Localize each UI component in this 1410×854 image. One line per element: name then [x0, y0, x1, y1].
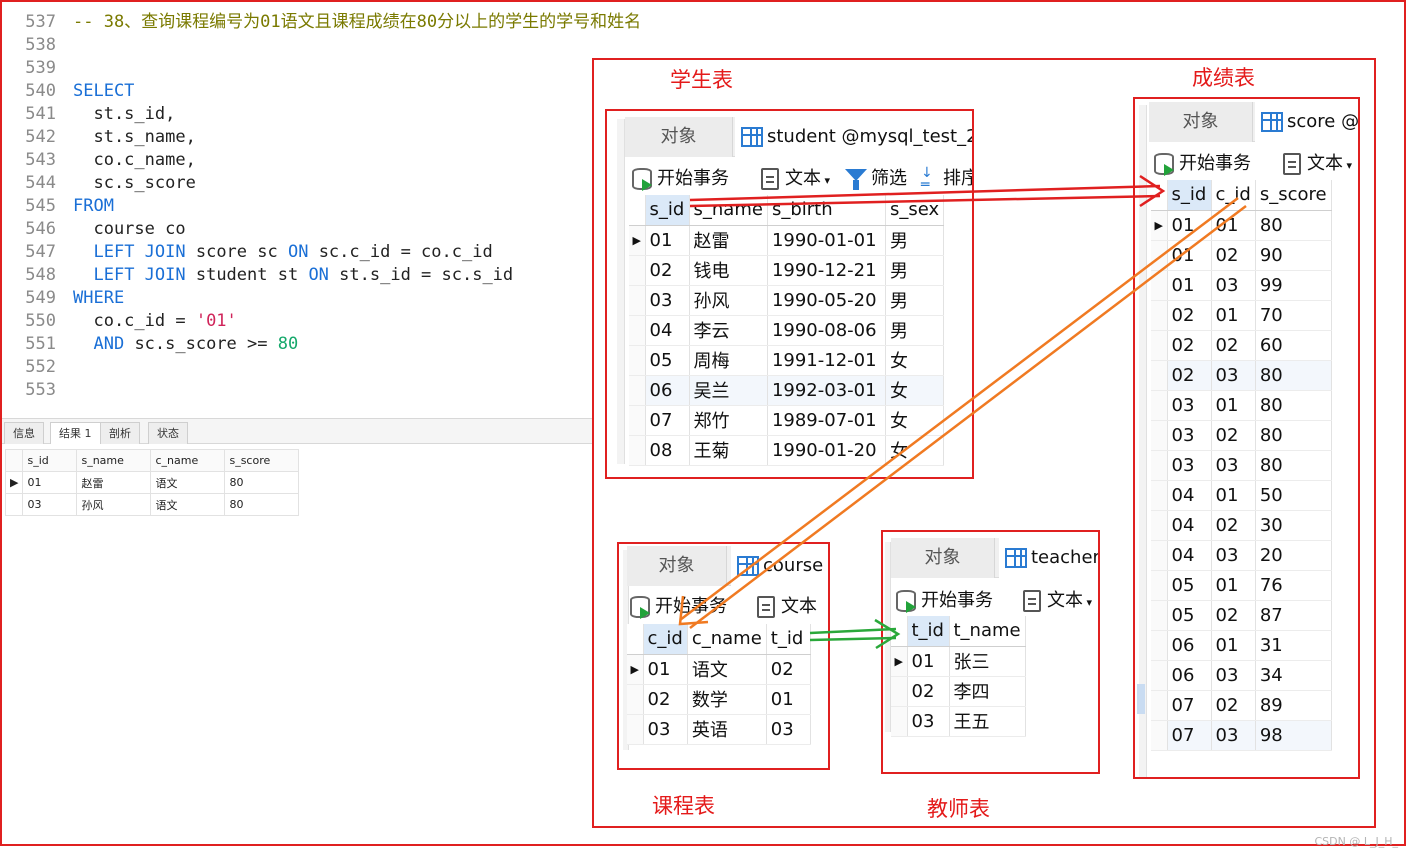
relation-arrows	[678, 174, 1247, 650]
watermark: CSDN @ L_J_H_	[1314, 835, 1399, 848]
red-arrow-student-to-score	[689, 174, 1166, 208]
orange-arrow-score-to-course	[678, 197, 1247, 629]
green-arrow-course-to-teacher	[809, 618, 901, 650]
